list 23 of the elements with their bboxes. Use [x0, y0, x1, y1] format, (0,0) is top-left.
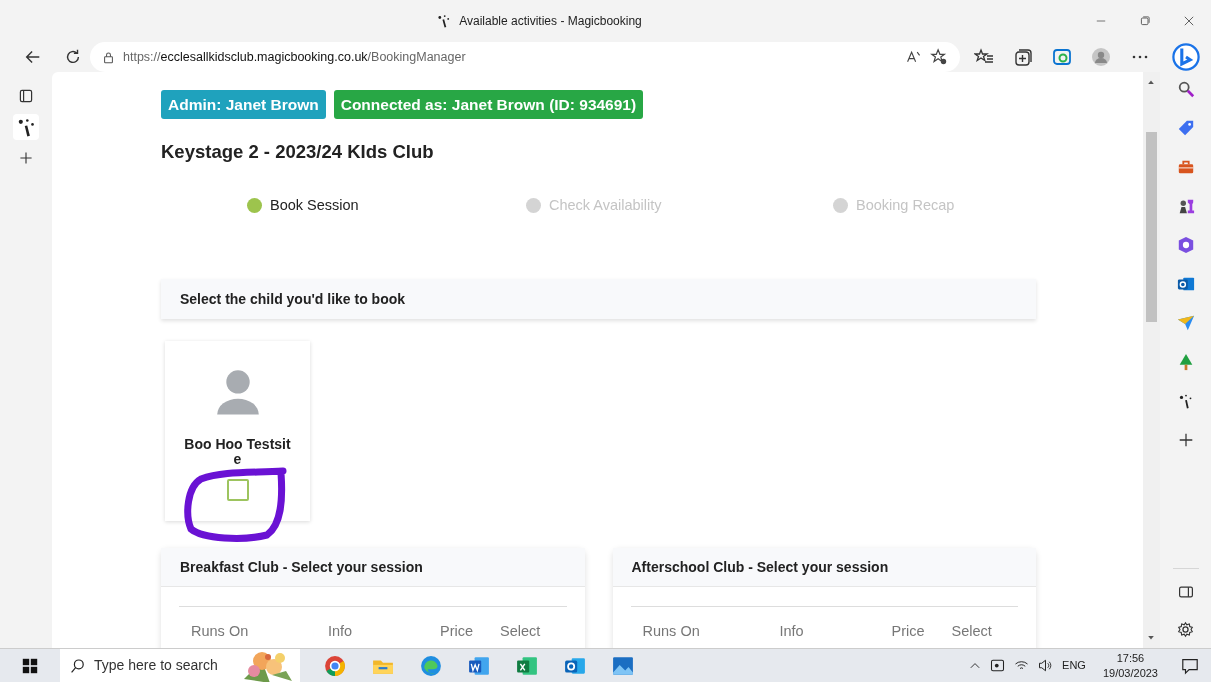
column-header: Select: [500, 622, 542, 642]
column-header: Price: [440, 622, 475, 642]
column-header: Runs On: [641, 622, 701, 642]
column-header: Runs On: [190, 622, 250, 642]
address-field[interactable]: https://ecclesallkidsclub.magicbooking.co.uk/BookingManager: [90, 42, 960, 72]
step-label: Check Availability: [549, 195, 662, 215]
section-header: Select the child you'd like to book: [161, 279, 1036, 320]
window-title: Available activities - Magicbooking: [459, 13, 642, 30]
language-indicator[interactable]: ENG: [1062, 657, 1086, 674]
step-label: Book Session: [270, 195, 359, 215]
status-badge: Admin: Janet Brown: [161, 90, 326, 120]
column-header: Select: [951, 622, 993, 642]
status-badge: Connected as: Janet Brown (ID: 934691): [333, 90, 644, 120]
column-header: Info: [779, 622, 805, 642]
panel-title: Afterschool Club - Select your session: [612, 548, 1036, 588]
taskbar-search[interactable]: Type here to search: [60, 648, 300, 682]
page-heading: Keystage 2 - 2023/24 KIds Club: [161, 141, 435, 164]
column-header: Info: [328, 622, 354, 642]
child-name: Boo Hoo Testsite: [183, 437, 292, 468]
clock[interactable]: 17:56 19/03/2023: [1102, 650, 1158, 681]
column-header: Price: [891, 622, 926, 642]
panel-title: Breakfast Club - Select your session: [161, 548, 585, 588]
step-label: Booking Recap: [856, 195, 955, 215]
